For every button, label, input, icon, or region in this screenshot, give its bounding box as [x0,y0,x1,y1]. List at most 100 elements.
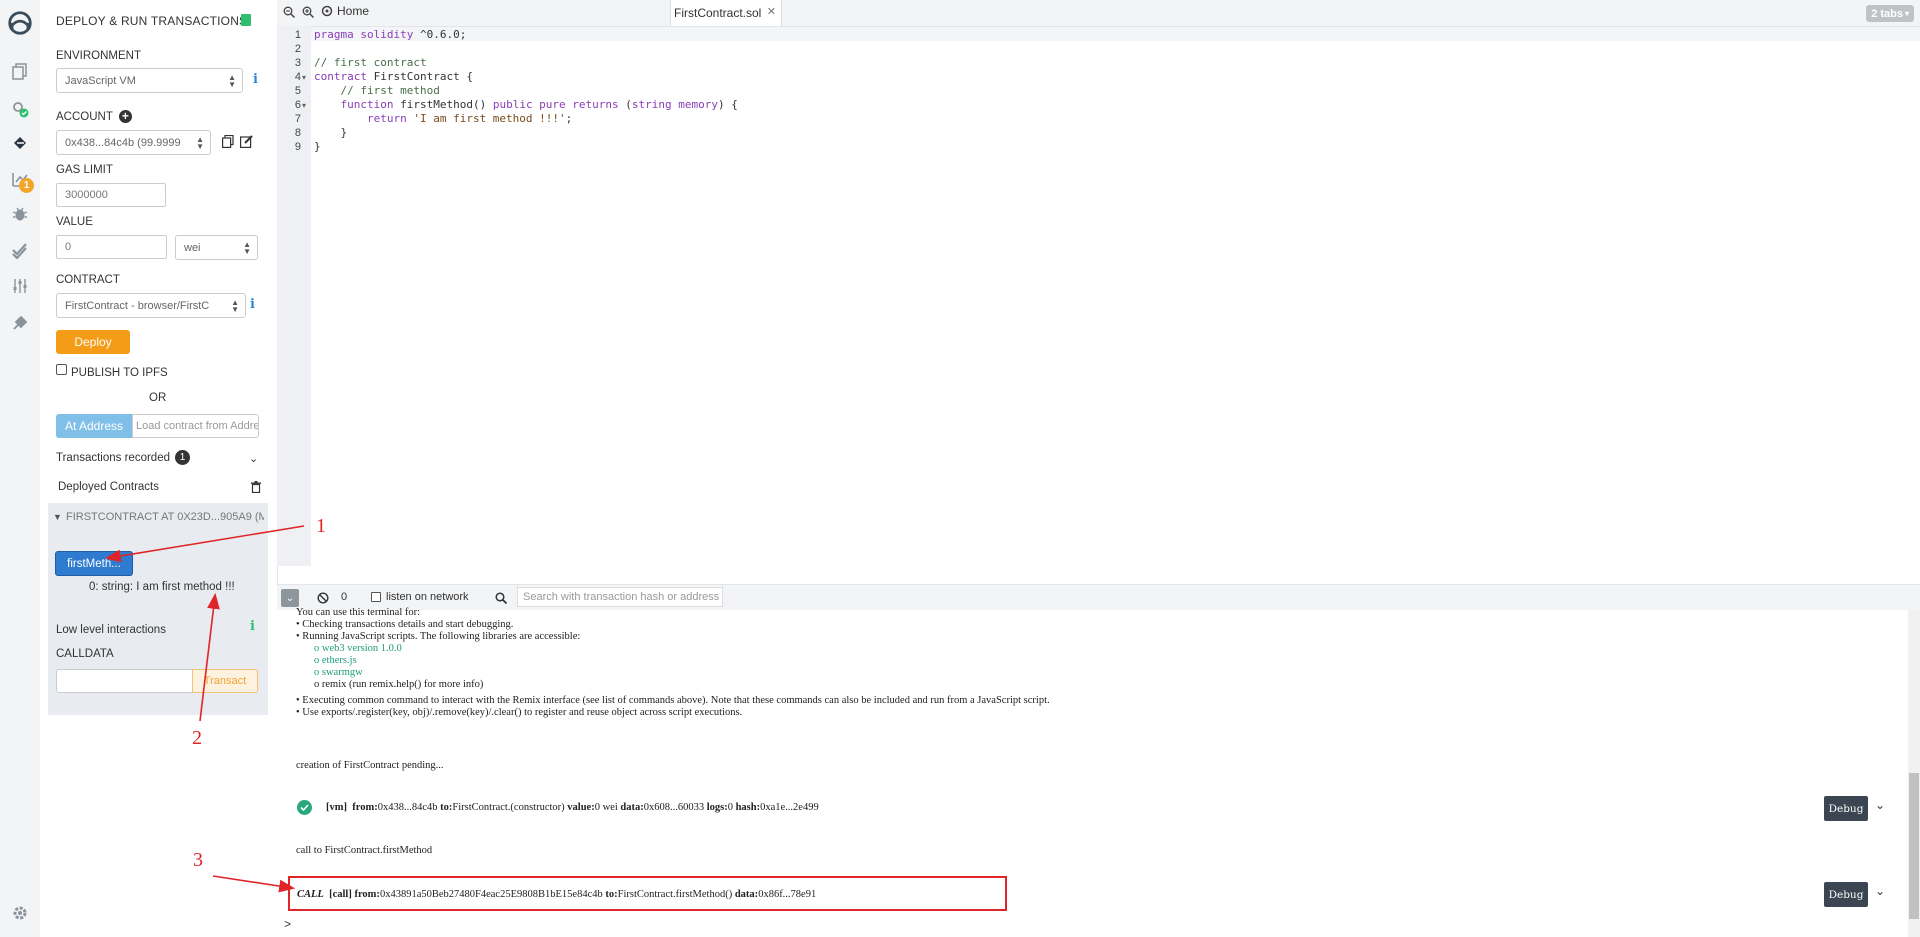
settings-gear-icon[interactable] [8,902,32,924]
line-number: 2 [294,43,301,55]
tabs-count-badge[interactable]: 2 tabs ▾ [1866,5,1914,22]
web3-link[interactable]: o web3 version 1.0.0 [314,643,402,654]
account-label: ACCOUNT [56,110,113,123]
gas-limit-input[interactable]: 3000000 [56,183,166,207]
edit-icon[interactable] [240,135,253,148]
terminal-intro-line: • Use exports/.register(key, obj)/.remov… [296,707,743,718]
low-level-label: Low level interactions [56,624,166,636]
plugin-docs-icon[interactable] [241,14,251,26]
calldata-label: CALLDATA [56,648,114,660]
add-account-icon[interactable]: + [118,110,132,123]
publish-ipfs-checkbox[interactable] [56,364,67,375]
zoom-out-icon[interactable] [283,5,296,23]
publish-ipfs-label: PUBLISH TO IPFS [71,367,168,379]
line-number: 1 [294,29,301,41]
swarmgw-link[interactable]: o swarmgw [314,667,363,678]
debugger-icon[interactable] [8,203,32,225]
active-line-highlight [311,27,1920,41]
editor-tabs-bar: Home FirstContract.sol ✕ 2 tabs ▾ [277,0,1920,27]
chevron-down-icon[interactable]: ⌄ [249,452,258,465]
line-number: 4 [294,71,301,83]
instance-collapse-icon[interactable]: ▼ [53,512,62,522]
success-check-icon [297,800,312,815]
terminal-intro-line: • Running JavaScript scripts. The follow… [296,631,581,642]
terminal-scroll-thumb[interactable] [1909,773,1919,919]
code-line-5: // first method [314,84,440,97]
listen-network-checkbox[interactable] [371,592,381,602]
trash-icon[interactable] [251,480,261,494]
file-explorer-icon[interactable] [8,60,32,82]
pending-tx-count: 0 [341,591,348,603]
select-caret-icon: ▲ ▼ [196,135,204,151]
first-method-button[interactable]: firstMeth... [56,552,132,575]
settings-sliders-icon[interactable] [8,275,32,297]
environment-select[interactable]: JavaScript VM ▲ ▼ [56,68,243,93]
deploy-button[interactable]: Deploy [56,330,130,354]
transactions-recorded-row[interactable]: Transactions recorded 1 [56,450,190,465]
zoom-in-icon[interactable] [302,5,315,23]
fold-icon[interactable]: ▾ [302,101,306,110]
gas-limit-label: GAS LIMIT [56,164,113,176]
search-icon [495,591,508,609]
instance-title[interactable]: FIRSTCONTRACT AT 0X23D...905A9 (MEMORY) [66,511,264,523]
at-address-input[interactable]: Load contract from Address [132,414,259,438]
debug-button[interactable]: Debug [1824,796,1868,821]
select-caret-icon: ▲ ▼ [231,298,239,314]
low-level-info-icon[interactable]: i [250,619,255,634]
close-tab-icon[interactable]: ✕ [767,5,776,18]
line-number: 8 [294,127,301,139]
deploy-run-icon[interactable] [8,132,32,154]
copy-icon[interactable] [222,134,234,148]
at-address-button[interactable]: At Address [56,414,132,438]
home-icon [321,5,333,17]
code-line-3: // first contract [314,56,427,69]
tx-summary-call[interactable]: CALL [call] from:0x43891a50Beb27480F4eac… [297,889,816,900]
editor-gutter: 1 2 3 4 ▾ 5 6 ▾ 7 8 9 [277,26,311,566]
transact-button[interactable]: Transact [192,669,258,693]
remix-logo-icon[interactable] [5,8,35,38]
contract-info-icon[interactable]: i [250,297,255,312]
line-number: 5 [294,85,301,97]
transactions-recorded-label: Transactions recorded [56,451,170,464]
terminal-prompt[interactable]: > [284,917,291,931]
contract-select[interactable]: FirstContract - browser/FirstC ▲ ▼ [56,293,246,318]
minimize-terminal-icon[interactable]: ⌄ [281,589,299,607]
icon-rail: 1 [0,0,41,937]
annotation-label-1: 1 [316,515,326,537]
value-input[interactable]: 0 [56,235,167,259]
testing-icon[interactable] [8,239,32,261]
line-number: 9 [294,141,301,153]
chevron-down-icon[interactable]: ⌄ [1875,798,1885,812]
terminal-intro-line: • Executing common command to interact w… [296,695,1050,706]
select-caret-icon: ▲ ▼ [243,240,251,256]
chevron-down-icon[interactable]: ⌄ [1875,884,1885,898]
ethers-link[interactable]: o ethers.js [314,655,357,666]
annotation-label-3: 3 [193,849,203,871]
line-number: 6 [294,99,301,111]
environment-info-icon[interactable]: i [253,72,258,87]
code-line-7: return 'I am first method !!!'; [314,112,573,125]
calldata-input[interactable] [56,669,193,693]
file-tab-label: FirstContract.sol [674,6,762,20]
account-value: 0x438...84c4b (99.9999 [65,136,181,149]
fold-icon[interactable]: ▾ [302,73,306,82]
tx-summary-deploy[interactable]: [vm] from:0x438...84c4b to:FirstContract… [326,802,819,813]
debug-button[interactable]: Debug [1824,882,1868,907]
tabs-count-label: 2 tabs [1871,7,1903,20]
environment-value: JavaScript VM [65,74,136,87]
code-line-6: function firstMethod() public pure retur… [314,98,738,111]
environment-label: ENVIRONMENT [56,50,141,62]
value-unit-select[interactable]: wei ▲ ▼ [175,235,258,260]
tab-firstcontract[interactable]: FirstContract.sol ✕ [670,0,782,26]
creation-pending-line: creation of FirstContract pending... [296,760,444,771]
code-line-8: } [314,126,348,139]
solidity-compiler-icon[interactable] [8,98,32,120]
account-select[interactable]: 0x438...84c4b (99.9999 ▲ ▼ [56,130,211,155]
contract-value: FirstContract - browser/FirstC [65,299,210,312]
transaction-search-input[interactable]: Search with transaction hash or address [517,587,723,607]
plugin-manager-icon[interactable] [8,312,32,334]
code-line-9: } [314,140,321,153]
home-tab[interactable]: Home [321,4,369,18]
line-number: 3 [294,57,301,69]
method-result: 0: string: I am first method !!! [89,581,235,593]
